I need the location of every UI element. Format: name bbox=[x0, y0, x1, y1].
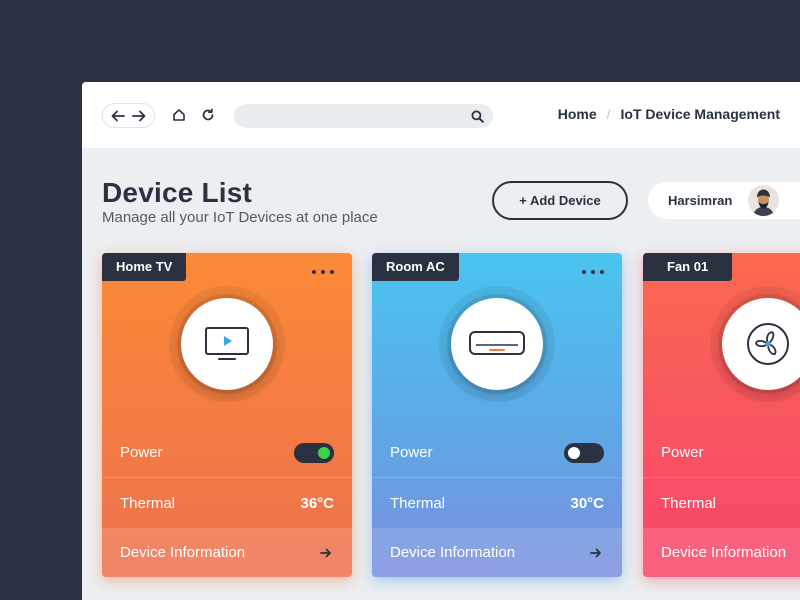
tv-icon bbox=[205, 327, 249, 360]
user-menu[interactable]: Harsimran bbox=[648, 182, 800, 219]
breadcrumb-separator: / bbox=[606, 106, 611, 122]
device-icon-circle bbox=[181, 298, 273, 390]
power-row: Power bbox=[372, 428, 622, 478]
thermal-row: Thermal bbox=[643, 478, 800, 528]
device-information-link[interactable]: Device Information bbox=[372, 528, 622, 577]
refresh-icon bbox=[202, 108, 214, 121]
device-information-label: Device Information bbox=[390, 544, 516, 561]
search-input[interactable] bbox=[234, 104, 493, 128]
power-row: Power bbox=[643, 428, 800, 478]
device-information-link[interactable]: Device Information bbox=[102, 528, 352, 577]
more-options-button[interactable] bbox=[582, 265, 604, 279]
arrow-right-icon bbox=[588, 545, 604, 561]
thermal-row: Thermal 36°C bbox=[102, 478, 352, 528]
home-button[interactable] bbox=[170, 106, 188, 124]
power-toggle[interactable] bbox=[564, 442, 604, 463]
device-card-home-tv[interactable]: Home TV Power Thermal 36°C Device Inform… bbox=[102, 253, 352, 577]
power-toggle[interactable] bbox=[294, 442, 334, 463]
breadcrumb-home[interactable]: Home bbox=[558, 106, 597, 122]
thermal-label: Thermal bbox=[661, 494, 717, 512]
history-nav bbox=[102, 103, 155, 128]
breadcrumb: Home / IoT Device Management bbox=[558, 106, 780, 122]
home-icon bbox=[173, 109, 185, 121]
arrow-left-icon bbox=[111, 110, 125, 121]
device-icon-halo bbox=[439, 286, 555, 402]
refresh-button[interactable] bbox=[199, 106, 217, 124]
device-name-tag: Home TV bbox=[102, 253, 187, 281]
device-icon-circle bbox=[451, 298, 543, 390]
device-icon-halo bbox=[169, 286, 285, 402]
arrow-right-icon bbox=[132, 110, 146, 121]
thermal-label: Thermal bbox=[120, 494, 176, 512]
add-device-button[interactable]: + Add Device bbox=[492, 181, 628, 220]
device-name-tag: Room AC bbox=[372, 253, 459, 281]
device-card-fan-01[interactable]: Fan 01 Power Thermal Device Information bbox=[643, 253, 800, 577]
user-name: Harsimran bbox=[668, 193, 733, 208]
power-label: Power bbox=[390, 444, 433, 461]
thermal-row: Thermal 30°C bbox=[372, 478, 622, 528]
forward-button[interactable] bbox=[130, 107, 148, 125]
search-icon[interactable] bbox=[469, 108, 485, 124]
top-bar: Home / IoT Device Management bbox=[82, 82, 800, 148]
power-label: Power bbox=[661, 444, 704, 461]
breadcrumb-current[interactable]: IoT Device Management bbox=[621, 106, 781, 122]
page-title: Device List bbox=[102, 177, 253, 208]
app-window: Home / IoT Device Management Device List… bbox=[82, 82, 800, 600]
device-card-room-ac[interactable]: Room AC Power Thermal 30°C Device Inform… bbox=[372, 253, 622, 577]
device-information-link[interactable]: Device Information bbox=[643, 528, 800, 577]
power-label: Power bbox=[120, 444, 163, 461]
more-options-button[interactable] bbox=[312, 265, 334, 279]
back-button[interactable] bbox=[109, 107, 127, 125]
thermal-value: 36°C bbox=[300, 494, 334, 512]
device-name-tag: Fan 01 bbox=[643, 253, 733, 281]
avatar[interactable] bbox=[748, 185, 779, 216]
device-information-label: Device Information bbox=[661, 544, 787, 561]
user-avatar-image bbox=[748, 185, 779, 216]
thermal-label: Thermal bbox=[390, 494, 446, 512]
page-subtitle: Manage all your IoT Devices at one place bbox=[102, 209, 378, 226]
arrow-right-icon bbox=[318, 545, 334, 561]
thermal-value: 30°C bbox=[570, 494, 604, 512]
power-row: Power bbox=[102, 428, 352, 478]
device-icon-halo bbox=[710, 286, 800, 402]
fan-icon bbox=[747, 323, 789, 365]
air-conditioner-icon bbox=[469, 331, 525, 355]
device-information-label: Device Information bbox=[120, 544, 246, 561]
